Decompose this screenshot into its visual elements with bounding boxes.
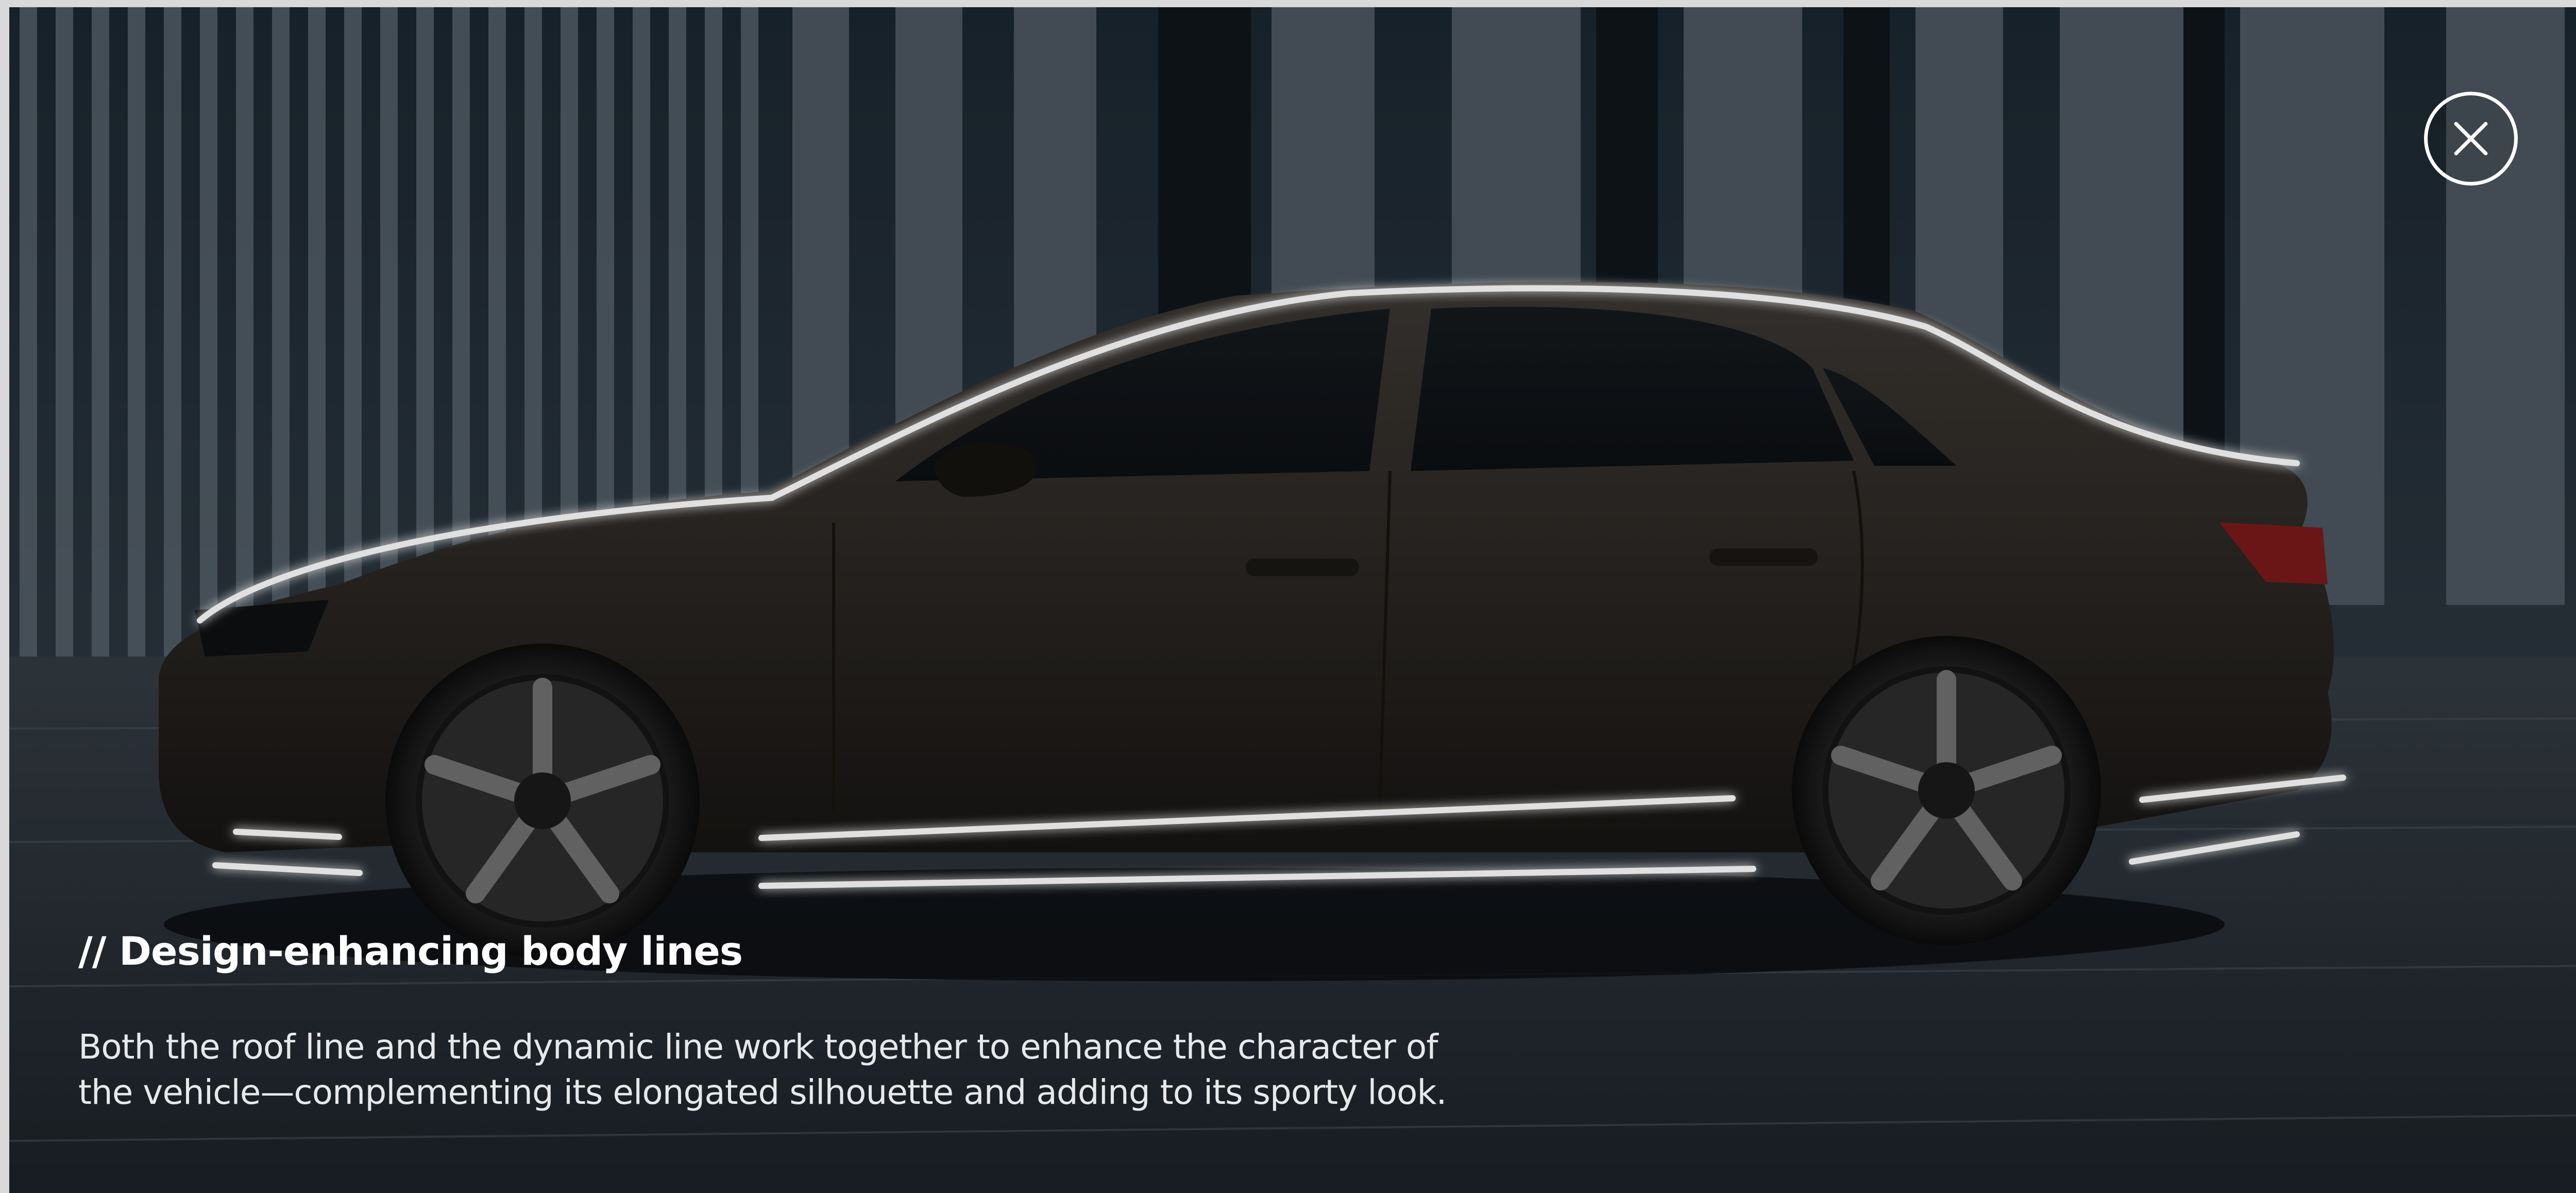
caption-line-2: the vehicle—complementing its elongated … bbox=[78, 1072, 1447, 1113]
image-modal: // Design-enhancing body lines Both the … bbox=[9, 7, 2576, 1193]
caption: // Design-enhancing body lines Both the … bbox=[78, 930, 1675, 1115]
close-icon bbox=[2454, 122, 2488, 156]
caption-description: Both the roof line and the dynamic line … bbox=[78, 1024, 1675, 1116]
close-button[interactable] bbox=[2424, 92, 2518, 186]
caption-line-1: Both the roof line and the dynamic line … bbox=[78, 1027, 1438, 1067]
caption-title: // Design-enhancing body lines bbox=[78, 928, 743, 974]
